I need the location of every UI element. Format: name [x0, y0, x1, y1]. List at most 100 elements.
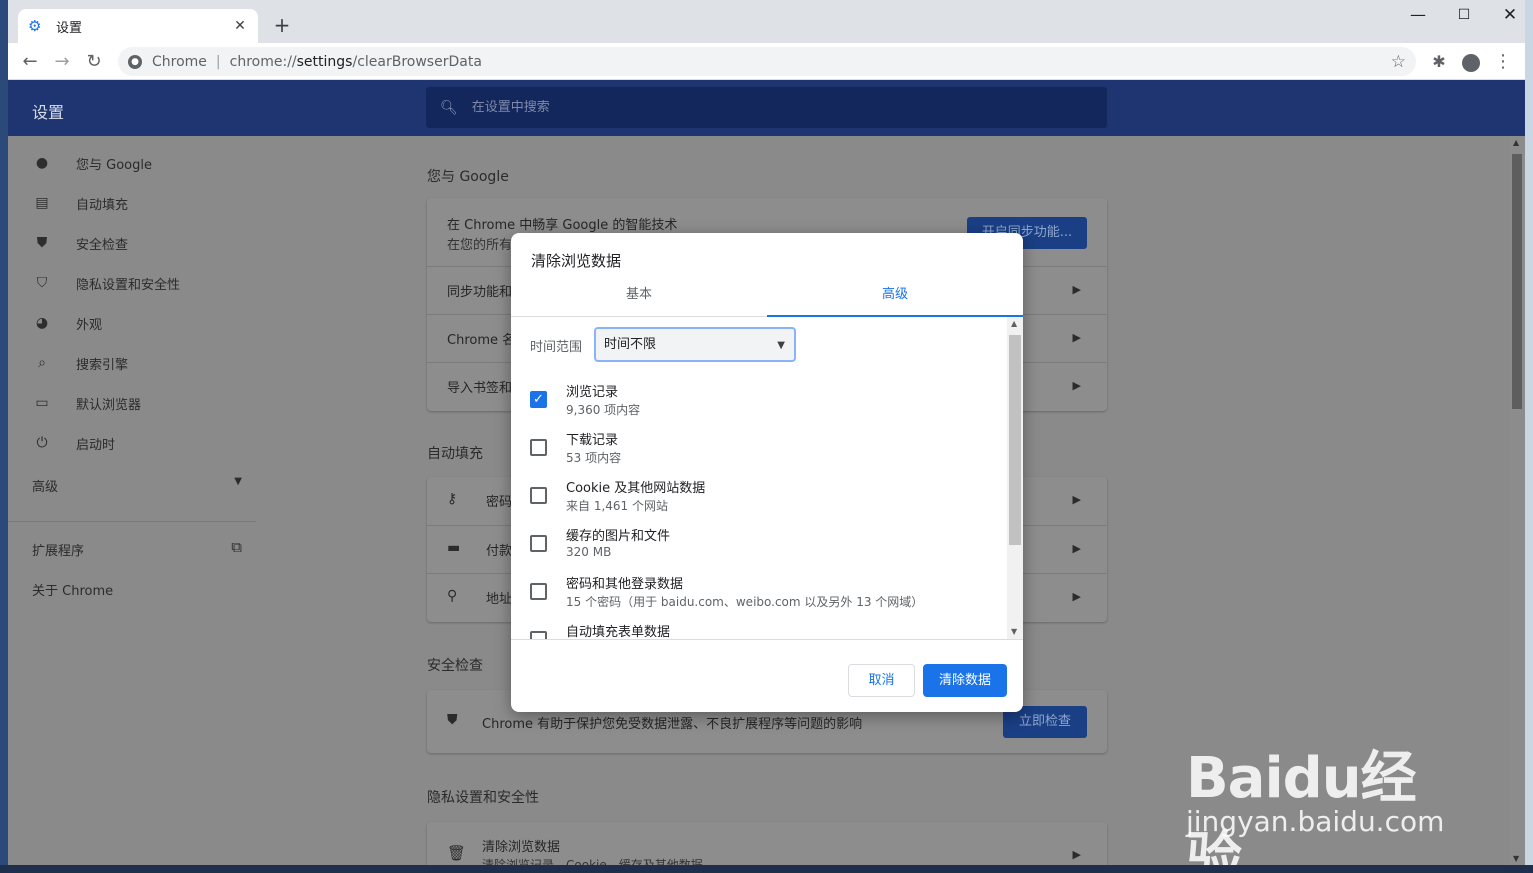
clear-data-title[interactable]: 清除浏览数据 [482, 836, 560, 855]
sidebar-item-autofill[interactable]: ▤ 自动填充 [32, 183, 128, 223]
sidebar-item-appearance[interactable]: ◕ 外观 [32, 303, 102, 343]
tab-advanced[interactable]: 高级 [767, 281, 1023, 317]
bookmark-star-icon[interactable]: ☆ [1391, 52, 1406, 72]
safety-text: Chrome 有助于保护您免受数据泄露、不良扩展程序等问题的影响 [482, 717, 863, 732]
page-scrollbar[interactable]: ▲ ▼ [1509, 136, 1525, 865]
chrome-icon: ● [128, 54, 142, 69]
option-title: 浏览记录 [566, 385, 619, 400]
omnibox-url: chrome://settings/clearBrowserData [230, 54, 482, 70]
settings-search-input[interactable] [471, 100, 1072, 115]
clear-data-button[interactable]: 清除数据 [923, 664, 1007, 697]
chevron-right-icon: ▶ [1072, 331, 1081, 344]
reload-button[interactable]: ↻ [80, 48, 108, 76]
checkbox[interactable] [530, 583, 547, 600]
option-subtitle: 53 项内容 [566, 451, 622, 465]
option-subtitle: 320 MB [566, 545, 612, 559]
option-subtitle: 15 个密码（用于 baidu.com、weibo.com 以及另外 13 个网… [566, 595, 924, 609]
sidebar-item-label: 隐私设置和安全性 [76, 277, 181, 293]
sidebar-item-safety-check[interactable]: ⛊ 安全检查 [32, 223, 128, 263]
option-passwords[interactable]: 密码和其他登录数据 15 个密码（用于 baidu.com、weibo.com … [530, 573, 1000, 621]
checkbox[interactable] [530, 487, 547, 504]
desktop-left-edge [0, 0, 8, 873]
taskbar-edge [0, 865, 1533, 873]
omnibox-separator: | [215, 53, 221, 70]
close-tab-icon[interactable]: ✕ [232, 18, 248, 34]
kebab-menu-icon[interactable]: ⋮ [1491, 50, 1515, 74]
time-range-select[interactable]: 时间不限 ▼ [594, 327, 796, 362]
extensions-puzzle-icon[interactable]: ✱ [1427, 50, 1451, 74]
caret-down-icon: ▼ [234, 476, 242, 487]
power-icon: ⏻ [36, 435, 48, 451]
shield-check-icon: ⛊ [36, 235, 48, 251]
search-icon: 🔍︎ [440, 99, 458, 116]
option-title: 自动填充表单数据 [566, 625, 671, 639]
sidebar-divider [8, 521, 256, 522]
checkbox[interactable] [530, 439, 547, 456]
person-icon: ● [35, 155, 49, 171]
chevron-right-icon: ▶ [1072, 379, 1081, 392]
sidebar-item-label: 您与 Google [76, 157, 152, 173]
search-icon: ⌕ [38, 355, 46, 371]
section-title-you-google: 您与 Google [427, 169, 509, 185]
option-title: 下载记录 [566, 433, 619, 448]
sidebar-item-label: 搜索引擎 [76, 357, 129, 373]
address-bar[interactable]: ● Chrome | chrome://settings/clearBrowse… [118, 47, 1416, 76]
scroll-up-arrow-icon[interactable]: ▲ [1513, 138, 1519, 147]
scroll-up-arrow-icon[interactable]: ▲ [1011, 319, 1017, 328]
option-download-history[interactable]: 下载记录 53 项内容 [530, 429, 1000, 477]
sidebar-extensions[interactable]: 扩展程序 ⧉ [32, 538, 242, 559]
row-label: 密码 [486, 495, 513, 510]
sidebar-item-label: 外观 [76, 317, 103, 333]
row-label: 地址 [486, 592, 513, 607]
shield-check-icon: ⛊ [447, 712, 458, 728]
tab-settings[interactable]: ⚙ 设置 ✕ [18, 9, 258, 43]
dialog-body: 时间范围 时间不限 ▼ ✓ 浏览记录 9,360 项内容 下载记录 53 项内容… [511, 317, 1023, 639]
scroll-down-arrow-icon[interactable]: ▼ [1513, 854, 1519, 863]
minimize-button[interactable]: — [1395, 0, 1441, 32]
option-title: 密码和其他登录数据 [566, 577, 684, 592]
close-window-button[interactable]: ✕ [1487, 0, 1525, 32]
sidebar-item-label: 默认浏览器 [76, 397, 142, 413]
profile-avatar-icon[interactable] [1459, 50, 1483, 74]
dialog-scrollbar[interactable]: ▲ ▼ [1007, 317, 1023, 639]
sidebar-advanced[interactable]: 高级 ▼ [32, 476, 242, 495]
chevron-right-icon: ▶ [1072, 493, 1081, 506]
option-cookies[interactable]: Cookie 及其他网站数据 来自 1,461 个网站 [530, 477, 1000, 525]
checkbox-checked[interactable]: ✓ [530, 391, 547, 408]
scroll-down-arrow-icon[interactable]: ▼ [1011, 627, 1017, 636]
page-scrollbar-thumb[interactable] [1512, 154, 1522, 409]
sidebar-advanced-label: 高级 [32, 480, 59, 495]
url-path: settings [296, 53, 353, 70]
back-button[interactable]: ← [16, 48, 44, 76]
sidebar-item-search-engine[interactable]: ⌕ 搜索引擎 [32, 343, 128, 383]
key-icon: ⚷ [447, 491, 458, 507]
dropdown-caret-icon: ▼ [777, 340, 785, 351]
chevron-right-icon: ▶ [1072, 848, 1081, 861]
forward-button[interactable]: → [48, 48, 76, 76]
sidebar-item-privacy[interactable]: ⛉ 隐私设置和安全性 [32, 263, 180, 303]
sidebar-item-default-browser[interactable]: ▭ 默认浏览器 [32, 383, 141, 423]
tab-basic[interactable]: 基本 [511, 281, 767, 317]
sidebar-item-you-google[interactable]: ● 您与 Google [32, 143, 152, 183]
checkbox[interactable] [530, 631, 547, 639]
trash-icon: 🗑︎ [447, 844, 467, 862]
cancel-button[interactable]: 取消 [848, 664, 915, 697]
option-cached-files[interactable]: 缓存的图片和文件 320 MB [530, 525, 1000, 573]
toolbar: ← → ↻ ● Chrome | chrome://settings/clear… [8, 43, 1525, 80]
option-subtitle: 来自 1,461 个网站 [566, 499, 668, 513]
settings-search[interactable]: 🔍︎ [426, 87, 1107, 128]
option-title: 缓存的图片和文件 [566, 529, 671, 544]
dialog-scrollbar-thumb[interactable] [1009, 335, 1021, 545]
chrome-window: ⚙ 设置 ✕ + — ☐ ✕ ← → ↻ ● Chrome | chrome:/… [8, 0, 1525, 865]
row-label: 付款 [486, 544, 513, 559]
option-browsing-history[interactable]: ✓ 浏览记录 9,360 项内容 [530, 381, 1000, 429]
checkbox[interactable] [530, 535, 547, 552]
sidebar-item-label: 自动填充 [76, 197, 129, 213]
maximize-button[interactable]: ☐ [1441, 0, 1487, 32]
sidebar-item-on-startup[interactable]: ⏻ 启动时 [32, 423, 115, 463]
option-autofill-forms[interactable]: 自动填充表单数据 [530, 621, 1000, 639]
sidebar-about-chrome[interactable]: 关于 Chrome [32, 580, 113, 599]
new-tab-button[interactable]: + [270, 13, 294, 37]
credit-card-icon: ▬ [447, 540, 461, 556]
palette-icon: ◕ [35, 315, 49, 331]
